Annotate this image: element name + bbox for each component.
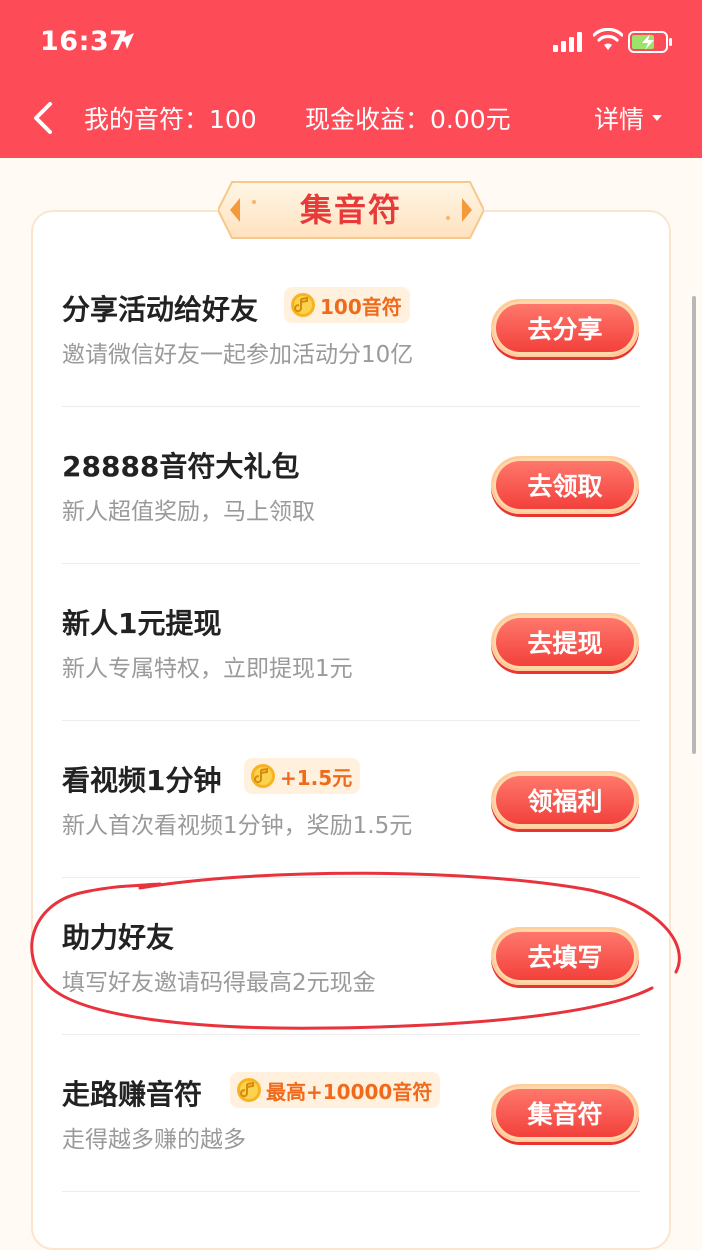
task-title: 分享活动给好友 bbox=[62, 293, 259, 326]
task-subtitle: 邀请微信好友一起参加活动分10亿 bbox=[62, 342, 414, 368]
collect-notes-button[interactable]: 集音符 bbox=[491, 1084, 639, 1142]
signal-icon bbox=[553, 32, 582, 52]
badge-text: +1.5元 bbox=[280, 765, 353, 790]
task-title: 看视频1分钟 bbox=[62, 764, 222, 797]
task-subtitle: 填写好友邀请码得最高2元现金 bbox=[62, 970, 376, 996]
detail-label: 详情 bbox=[593, 105, 644, 134]
cash-income: 现金收益：0.00元 bbox=[305, 105, 511, 134]
caret-down-icon bbox=[652, 115, 662, 121]
detail-dropdown[interactable]: 详情 bbox=[594, 100, 662, 136]
reward-badge: +1.5元 bbox=[244, 758, 361, 794]
status-bar: 16:37 bbox=[0, 0, 702, 86]
task-title: 走路赚音符 bbox=[62, 1078, 203, 1111]
reward-badge: 100音符 bbox=[284, 287, 410, 323]
task-subtitle: 走得越多赚的越多 bbox=[62, 1127, 246, 1153]
wifi-icon bbox=[593, 28, 623, 50]
divider bbox=[62, 1191, 640, 1192]
reward-badge: 最高+10000音符 bbox=[230, 1072, 441, 1108]
withdraw-button[interactable]: 去提现 bbox=[491, 613, 639, 671]
my-notes-count: 我的音符：100 bbox=[84, 105, 257, 134]
welfare-button[interactable]: 领福利 bbox=[491, 771, 639, 829]
section-title: 集音符 bbox=[299, 191, 402, 229]
music-note-coin-icon bbox=[251, 764, 275, 788]
scrollbar[interactable] bbox=[692, 296, 696, 754]
back-arrow-icon[interactable] bbox=[28, 98, 58, 138]
task-subtitle: 新人超值奖励，马上领取 bbox=[62, 499, 315, 525]
fill-in-button[interactable]: 去填写 bbox=[491, 927, 639, 985]
badge-text: 最高+10000音符 bbox=[266, 1079, 433, 1104]
share-button[interactable]: 去分享 bbox=[491, 299, 639, 357]
nav-bar: 我的音符：100 现金收益：0.00元 详情 bbox=[0, 86, 702, 158]
location-arrow-icon bbox=[118, 33, 134, 49]
top-header: 16:37 我的音符：100 现金收益：0.00元 详情 bbox=[0, 0, 702, 158]
music-note-coin-icon bbox=[237, 1078, 261, 1102]
battery-charging-icon bbox=[628, 31, 672, 53]
task-title: 28888音符大礼包 bbox=[62, 450, 300, 483]
badge-text: 100音符 bbox=[320, 294, 402, 319]
task-title: 新人1元提现 bbox=[62, 607, 222, 640]
task-subtitle: 新人首次看视频1分钟，奖励1.5元 bbox=[62, 813, 413, 839]
task-title: 助力好友 bbox=[62, 921, 175, 954]
claim-button[interactable]: 去领取 bbox=[491, 456, 639, 514]
status-time: 16:37 bbox=[40, 26, 129, 57]
task-subtitle: 新人专属特权，立即提现1元 bbox=[62, 656, 353, 682]
music-note-coin-icon bbox=[291, 293, 315, 317]
